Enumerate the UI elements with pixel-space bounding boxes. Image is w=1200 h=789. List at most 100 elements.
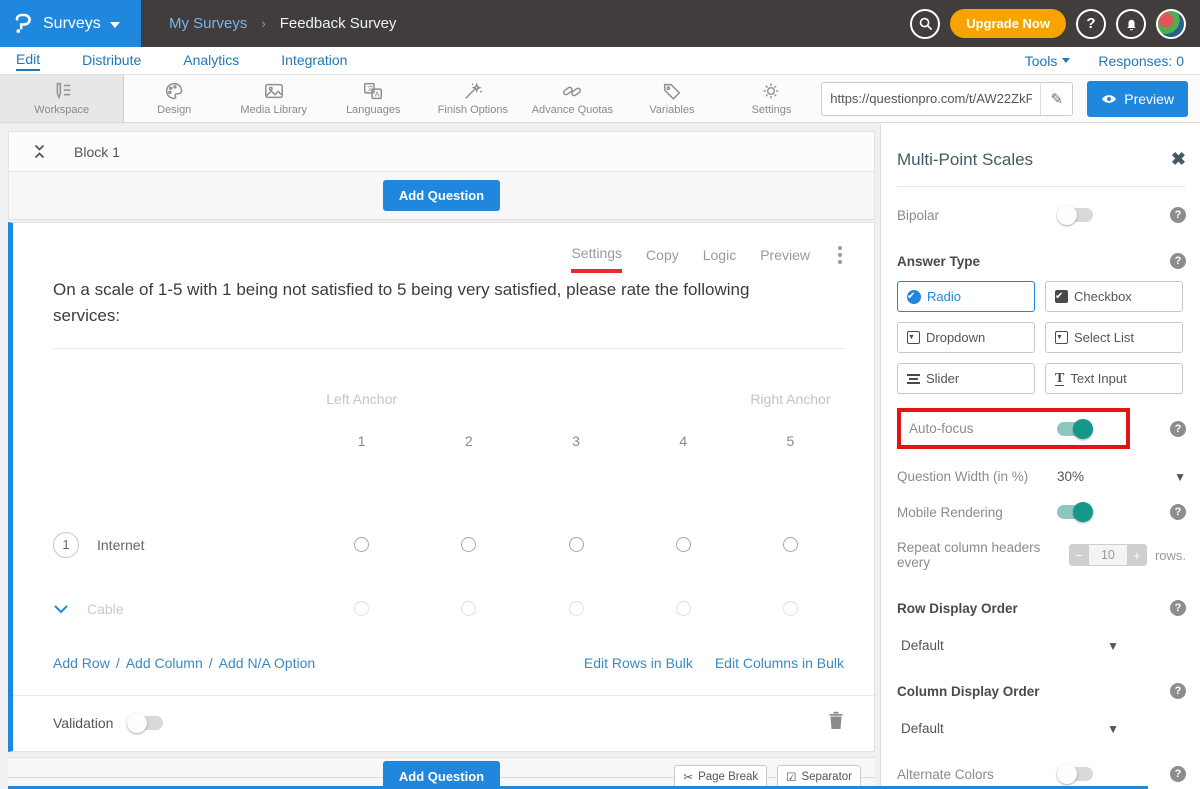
top-bar: Surveys My Surveys › Feedback Survey Upg… <box>0 0 1200 47</box>
mobile-rendering-help-icon[interactable]: ? <box>1170 504 1186 520</box>
edit-url-button[interactable]: ✎ <box>1040 83 1072 115</box>
radio-button[interactable] <box>569 601 584 616</box>
delete-question-button[interactable] <box>828 711 844 735</box>
variables-icon <box>661 81 683 101</box>
app-logo-menu[interactable]: Surveys <box>0 0 141 47</box>
answer-type-text-input[interactable]: T Text Input <box>1045 363 1183 394</box>
radio-button[interactable] <box>676 537 691 552</box>
responses-count[interactable]: Responses: 0 <box>1098 53 1184 69</box>
validation-toggle[interactable] <box>127 716 163 730</box>
tab-distribute[interactable]: Distribute <box>82 52 141 70</box>
user-avatar[interactable] <box>1156 9 1186 39</box>
settings-icon <box>760 81 782 101</box>
question-tab-logic[interactable]: Logic <box>703 247 736 271</box>
edit-columns-bulk-link[interactable]: Edit Columns in Bulk <box>715 655 844 671</box>
radio-button[interactable] <box>354 537 369 552</box>
scale-column-4[interactable]: 4 <box>679 433 687 449</box>
scale-column-2[interactable]: 2 <box>465 433 473 449</box>
close-panel-button[interactable]: ✖ <box>1171 149 1186 170</box>
section-nav: Edit Distribute Analytics Integration To… <box>0 47 1200 75</box>
media-library-icon <box>263 81 285 101</box>
question-tab-settings[interactable]: Settings <box>571 245 622 273</box>
question-more-menu[interactable] <box>834 246 846 272</box>
row-label-cable[interactable]: Cable <box>87 601 124 617</box>
answer-type-slider[interactable]: Slider <box>897 363 1035 394</box>
alternate-colors-toggle[interactable] <box>1057 767 1093 781</box>
autofocus-help-icon[interactable]: ? <box>1170 421 1186 437</box>
table-row-internet: 1 Internet <box>53 525 844 565</box>
notifications-button[interactable] <box>1116 9 1146 39</box>
toolbar-item-media-library[interactable]: Media Library <box>224 75 324 122</box>
bipolar-toggle[interactable] <box>1057 208 1093 222</box>
breadcrumb-my-surveys[interactable]: My Surveys <box>169 15 247 32</box>
dropdown-box-icon: ▼ <box>907 331 920 344</box>
answer-type-select-list[interactable]: ▼ Select List <box>1045 322 1183 353</box>
edit-rows-bulk-link[interactable]: Edit Rows in Bulk <box>584 655 693 671</box>
toolbar-item-settings[interactable]: Settings <box>722 75 822 122</box>
tab-edit[interactable]: Edit <box>16 51 40 71</box>
help-button[interactable]: ? <box>1076 9 1106 39</box>
chevron-down-icon: ▼ <box>1107 722 1119 736</box>
scale-column-1[interactable]: 1 <box>358 433 366 449</box>
question-text[interactable]: On a scale of 1-5 with 1 being not satis… <box>13 273 874 348</box>
question-width-value[interactable]: 30% <box>1057 469 1084 484</box>
tab-integration[interactable]: Integration <box>281 52 347 70</box>
radio-button[interactable] <box>569 537 584 552</box>
toolbar-item-languages[interactable]: 文A Languages <box>324 75 424 122</box>
radio-button[interactable] <box>783 601 798 616</box>
add-na-option-link[interactable]: Add N/A Option <box>219 655 316 671</box>
column-display-help-icon[interactable]: ? <box>1170 683 1186 699</box>
autofocus-label: Auto-focus <box>909 421 1057 436</box>
scale-grid: Left Anchor Right Anchor 1 2 3 4 5 <box>13 349 874 629</box>
tools-menu[interactable]: Tools <box>1025 53 1071 69</box>
collapse-block-button[interactable] <box>33 144 46 159</box>
radio-button[interactable] <box>783 537 798 552</box>
toolbar-item-variables[interactable]: Variables <box>622 75 722 122</box>
alternate-colors-help-icon[interactable]: ? <box>1170 766 1186 782</box>
autofocus-toggle[interactable] <box>1057 422 1093 436</box>
tab-analytics[interactable]: Analytics <box>183 52 239 70</box>
answer-type-checkbox[interactable]: ✔ Checkbox <box>1045 281 1183 312</box>
decrement-button[interactable]: − <box>1069 544 1089 566</box>
increment-button[interactable]: + <box>1127 544 1147 566</box>
toolbar-item-design[interactable]: Design <box>124 75 224 122</box>
scale-column-5[interactable]: 5 <box>787 433 795 449</box>
question-tab-copy[interactable]: Copy <box>646 247 679 271</box>
row-label-internet[interactable]: Internet <box>97 537 144 553</box>
question-width-caret-icon[interactable]: ▼ <box>1174 470 1186 484</box>
scissors-icon: ✂ <box>683 770 693 784</box>
add-column-link[interactable]: Add Column <box>126 655 203 671</box>
left-anchor-label[interactable]: Left Anchor <box>326 391 397 407</box>
toolbar-item-advance-quotas[interactable]: Advance Quotas <box>523 75 623 122</box>
repeat-headers-value[interactable]: 10 <box>1089 544 1127 566</box>
radio-check-icon: ✔ <box>907 290 921 304</box>
answer-type-dropdown[interactable]: ▼ Dropdown <box>897 322 1035 353</box>
right-anchor-label[interactable]: Right Anchor <box>750 391 830 407</box>
bipolar-help-icon[interactable]: ? <box>1170 207 1186 223</box>
column-display-order-select[interactable]: Default ▼ <box>901 721 1119 736</box>
question-tab-preview[interactable]: Preview <box>760 247 810 271</box>
scale-column-3[interactable]: 3 <box>572 433 580 449</box>
answer-type-help-icon[interactable]: ? <box>1170 253 1186 269</box>
add-question-button-bottom[interactable]: Add Question <box>383 761 500 789</box>
survey-url-input[interactable] <box>822 83 1040 115</box>
upgrade-now-button[interactable]: Upgrade Now <box>950 9 1066 38</box>
add-row-link[interactable]: Add Row <box>53 655 110 671</box>
add-question-button-top[interactable]: Add Question <box>383 180 500 211</box>
radio-button[interactable] <box>676 601 691 616</box>
trash-icon <box>828 711 844 730</box>
mobile-rendering-toggle[interactable] <box>1057 505 1093 519</box>
search-button[interactable] <box>910 9 940 39</box>
radio-button[interactable] <box>461 601 476 616</box>
block-title[interactable]: Block 1 <box>74 144 120 160</box>
preview-button[interactable]: Preview <box>1087 81 1188 117</box>
answer-type-radio[interactable]: ✔ Radio <box>897 281 1035 312</box>
row-display-help-icon[interactable]: ? <box>1170 600 1186 616</box>
row-chevron-down-icon[interactable] <box>53 604 69 614</box>
toolbar-item-finish-options[interactable]: Finish Options <box>423 75 523 122</box>
survey-canvas: Block 1 Add Question Settings Copy Logic… <box>0 123 1200 789</box>
row-display-order-select[interactable]: Default ▼ <box>901 638 1119 653</box>
toolbar-item-workspace[interactable]: Workspace <box>0 75 124 122</box>
radio-button[interactable] <box>354 601 369 616</box>
radio-button[interactable] <box>461 537 476 552</box>
